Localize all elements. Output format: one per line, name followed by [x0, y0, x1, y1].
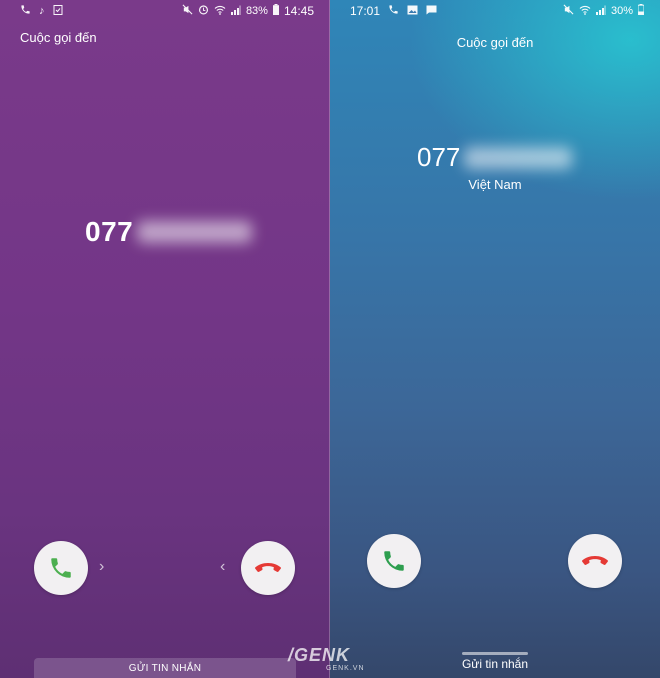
send-message-label: GỬI TIN NHẮN: [128, 663, 202, 674]
music-note-icon: ♪: [39, 5, 45, 17]
message-icon: [426, 5, 437, 18]
decline-call-button[interactable]: [568, 534, 622, 588]
chevron-right-icon: ›: [99, 558, 105, 575]
image-icon: [407, 5, 418, 18]
phone-hangup-icon: [255, 563, 281, 572]
wifi-icon: [214, 5, 226, 18]
phone-hangup-icon: [582, 556, 608, 565]
battery-percent: 30%: [610, 5, 633, 17]
decline-call-button[interactable]: [241, 541, 295, 595]
accept-call-button[interactable]: [34, 541, 88, 595]
signal-icon: [230, 5, 241, 18]
caller-number: 077: [85, 216, 253, 248]
send-message-bar[interactable]: GỬI TIN NHẮN: [34, 658, 296, 678]
incoming-call-title: Cuộc gọi đến: [20, 30, 97, 45]
watermark-url: GENK.VN: [326, 665, 365, 672]
watermark-brand: /GENK: [288, 645, 351, 665]
caller-number-visible: 077: [85, 216, 134, 247]
message-drag-handle[interactable]: [462, 652, 528, 655]
status-time: 14:45: [283, 4, 314, 18]
phone-icon: [20, 4, 31, 18]
status-time: 17:01: [350, 4, 381, 18]
status-bar: ♪ 83% 14:45: [0, 0, 330, 22]
alarm-icon: [198, 4, 209, 18]
right-call-screen: 17:01 30% Cuộc gọi đến 077 Việt Nam Gửi …: [330, 0, 660, 678]
incoming-call-title: Cuộc gọi đến: [456, 35, 534, 50]
signal-icon: [595, 5, 606, 18]
status-bar: 17:01 30%: [330, 0, 660, 22]
watermark-logo: /GENK GENK.VN: [288, 645, 364, 672]
battery-icon: [272, 4, 279, 18]
mute-icon: [563, 4, 574, 18]
wifi-icon: [579, 5, 591, 18]
chevron-left-icon: ‹: [220, 558, 226, 575]
send-message-label[interactable]: Gửi tin nhắn: [330, 657, 660, 671]
battery-icon: [637, 4, 645, 18]
phone-icon: [388, 4, 399, 18]
accept-call-button[interactable]: [367, 534, 421, 588]
caller-number-redacted: [464, 146, 573, 169]
mute-icon: [182, 4, 193, 18]
caller-number-redacted: [137, 221, 253, 243]
left-call-screen: ♪ 83% 14:45 Cuộc gọi đến 077 › ‹ GỬI TIN…: [0, 0, 330, 678]
phone-icon: [384, 551, 404, 571]
clipboard-icon: [53, 4, 63, 18]
phone-icon: [51, 558, 71, 578]
caller-number-visible: 077: [417, 142, 461, 172]
caller-country: Việt Nam: [468, 177, 522, 192]
caller-number: 077: [417, 142, 573, 173]
battery-percent: 83%: [245, 5, 268, 17]
